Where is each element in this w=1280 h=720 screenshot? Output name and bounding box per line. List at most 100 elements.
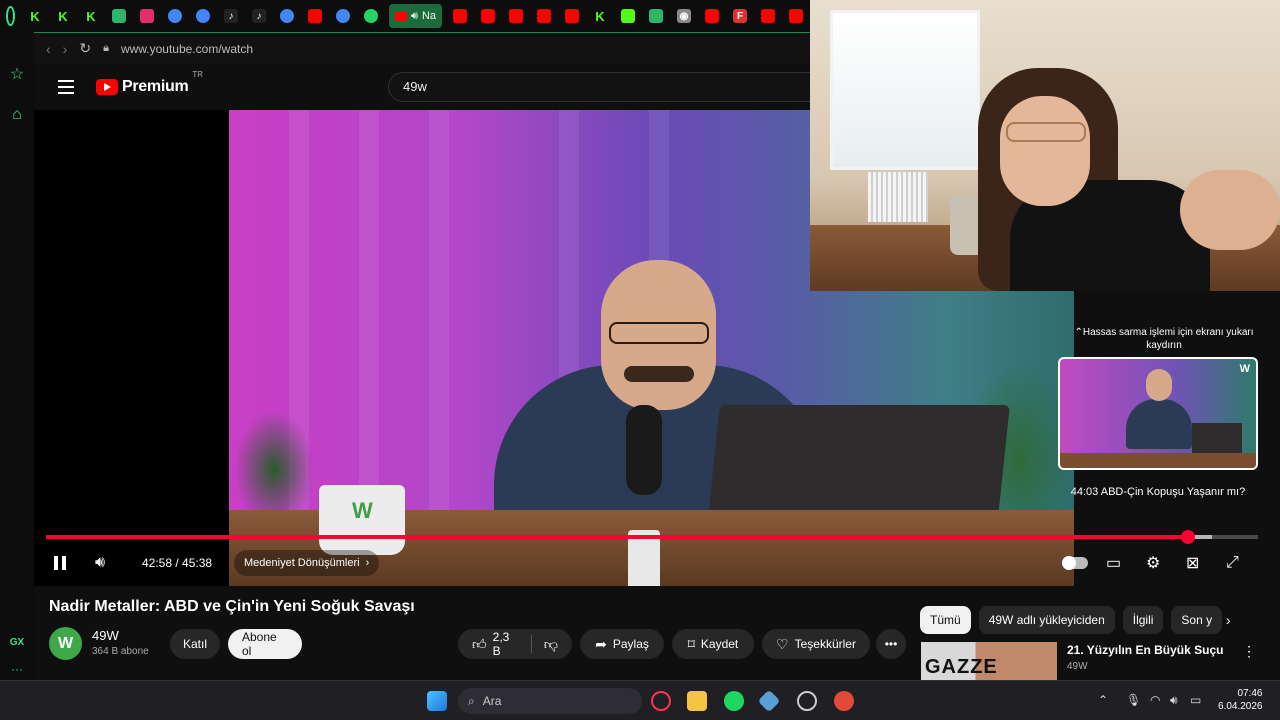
recommendation-channel[interactable]: 49W: [1067, 661, 1088, 672]
more-actions-button[interactable]: •••: [876, 629, 906, 659]
chevron-right-icon: ›: [365, 557, 370, 569]
app-icon: [649, 9, 663, 23]
taskbar-search[interactable]: ⌕ Ara: [458, 688, 642, 714]
tab-chrome-icon[interactable]: [273, 0, 301, 32]
tab-youtube-icon[interactable]: [782, 0, 810, 32]
chevron-right-icon[interactable]: ›: [1226, 612, 1231, 628]
active-tab[interactable]: 🔊︎ Na: [389, 4, 442, 28]
volume-icon[interactable]: 🔊︎: [1170, 693, 1178, 708]
channel-avatar[interactable]: W: [49, 627, 82, 660]
tab-instagram-icon[interactable]: [133, 0, 161, 32]
progress-scrubber[interactable]: [1180, 530, 1195, 544]
app-icon[interactable]: [757, 689, 781, 713]
tab-github-icon[interactable]: ◉: [670, 0, 698, 32]
chevron-up-icon[interactable]: ⌃: [1098, 693, 1108, 707]
tab-chrome-icon[interactable]: [161, 0, 189, 32]
fullscreen-icon[interactable]: ⤢: [1226, 552, 1239, 574]
tab-font-icon[interactable]: F: [726, 0, 754, 32]
system-clock[interactable]: 07:46 6.04.2026: [1218, 687, 1263, 713]
star-icon[interactable]: ☆: [8, 66, 26, 84]
fine-scrub-hint-text: Hassas sarma işlemi için ekranı yukarı k…: [1082, 327, 1254, 351]
opera-gx-logo-icon[interactable]: [6, 6, 15, 26]
tab-kick-icon[interactable]: K: [49, 0, 77, 32]
more-icon[interactable]: ···: [8, 660, 26, 678]
opera-gx-icon[interactable]: [651, 691, 671, 711]
document-icon: [621, 9, 635, 23]
back-icon[interactable]: ‹: [46, 41, 51, 57]
scrub-preview-label: 44:03 ABD-Çin Kopuşu Yaşanır mı?: [1070, 486, 1246, 498]
tab-chrome-icon[interactable]: [189, 0, 217, 32]
menu-icon[interactable]: [58, 80, 74, 94]
dislike-icon[interactable]: 👎︎: [544, 636, 558, 653]
filter-chip[interactable]: Son y: [1171, 606, 1223, 634]
channel-name[interactable]: 49W: [92, 628, 119, 643]
tab-kick-icon[interactable]: K: [586, 0, 614, 32]
like-count[interactable]: 2,3 B: [493, 630, 519, 658]
settings-icon[interactable]: ⚙︎: [1146, 552, 1160, 574]
tab-youtube-icon[interactable]: [558, 0, 586, 32]
recommendation-title[interactable]: 21. Yüzyılın En Büyük Suçu: [1067, 643, 1224, 657]
obs-icon[interactable]: [797, 691, 817, 711]
tab-youtube-icon[interactable]: [474, 0, 502, 32]
recommendation-thumbnail[interactable]: GAZZE: [921, 642, 1057, 680]
glasses: [609, 322, 709, 344]
like-dislike-group: 👍︎ 2,3 B 👎︎: [458, 629, 572, 659]
autoplay-toggle[interactable]: [1062, 552, 1088, 574]
search-placeholder: Ara: [482, 694, 502, 708]
captions-icon[interactable]: ▭: [1106, 552, 1121, 574]
youtube-header: Premium TR 49w: [34, 64, 818, 110]
microphone-icon[interactable]: 🎙︎: [1126, 693, 1141, 707]
tab-youtube-icon[interactable]: [530, 0, 558, 32]
file-explorer-icon[interactable]: [687, 691, 707, 711]
filter-chip[interactable]: Tümü: [920, 606, 971, 634]
subscribe-label: Abone ol: [242, 630, 277, 658]
reload-icon[interactable]: ↻: [79, 40, 91, 57]
tab-chrome-icon[interactable]: [329, 0, 357, 32]
microphone: [626, 405, 662, 495]
tab-kick-icon[interactable]: K: [77, 0, 105, 32]
spotify-icon[interactable]: [724, 691, 744, 711]
tab-document-icon[interactable]: [614, 0, 642, 32]
streamer-glasses: [1006, 122, 1086, 142]
tab-whatsapp-icon[interactable]: [357, 0, 385, 32]
youtube-logo[interactable]: Premium TR: [96, 70, 203, 96]
kebab-menu-icon[interactable]: ⋮: [1242, 643, 1256, 660]
forward-icon[interactable]: ›: [63, 41, 68, 57]
tab-youtube-icon[interactable]: [301, 0, 329, 32]
join-button[interactable]: Katıl: [170, 629, 220, 659]
search-input[interactable]: 49w: [388, 72, 818, 102]
pause-button[interactable]: [54, 552, 70, 574]
tab-app-icon[interactable]: [105, 0, 133, 32]
save-button[interactable]: ⌑ Kaydet: [672, 629, 754, 659]
windows-start-icon[interactable]: [427, 691, 447, 711]
tab-youtube-icon[interactable]: [502, 0, 530, 32]
filter-chip[interactable]: 49W adlı yükleyiciden: [978, 606, 1115, 634]
tab-tiktok-icon[interactable]: ♪: [245, 0, 273, 32]
tab-app-icon[interactable]: [642, 0, 670, 32]
browser-sidebar: ☆ ⌂ GX ···: [0, 32, 34, 680]
mustache: [624, 366, 694, 382]
volume-icon[interactable]: 🔊︎: [95, 552, 105, 574]
bot-icon[interactable]: ⌂: [8, 106, 26, 124]
thanks-button[interactable]: ♡ Teşekkürler: [762, 629, 870, 659]
gx-label[interactable]: GX: [8, 634, 26, 652]
address-bar: ‹ › ↻ 🔒︎ www.youtube.com/watch: [34, 32, 810, 64]
tab-tiktok-icon[interactable]: ♪: [217, 0, 245, 32]
tab-kick-icon[interactable]: K: [21, 0, 49, 32]
chapter-button[interactable]: Medeniyet Dönüşümleri ›: [234, 550, 380, 576]
tab-youtube-icon[interactable]: [698, 0, 726, 32]
app-icon[interactable]: [834, 691, 854, 711]
tab-youtube-icon[interactable]: [446, 0, 474, 32]
like-icon[interactable]: 👍︎: [472, 636, 487, 653]
scrub-preview-thumbnail: W: [1058, 357, 1258, 470]
battery-icon[interactable]: ▭: [1190, 693, 1201, 707]
filter-chip[interactable]: İlgili: [1122, 606, 1164, 634]
wifi-icon[interactable]: ◠: [1150, 693, 1160, 707]
share-button[interactable]: ➦ Paylaş: [580, 629, 664, 659]
subscribe-button[interactable]: Abone ol: [228, 629, 302, 659]
progress-bar[interactable]: [46, 530, 1258, 544]
subscriber-count: 364 B abone: [92, 646, 149, 657]
url-text[interactable]: www.youtube.com/watch: [121, 42, 253, 56]
theater-mode-icon[interactable]: ⊠: [1186, 552, 1199, 574]
tab-youtube-icon[interactable]: [754, 0, 782, 32]
